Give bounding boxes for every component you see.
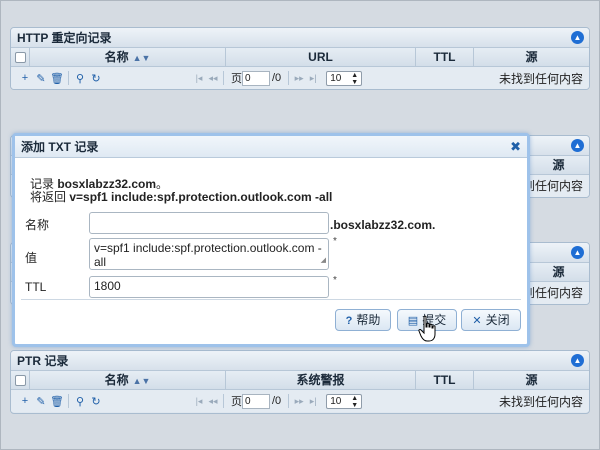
ttl-field[interactable]: 1800: [89, 276, 329, 298]
prev-page-icon[interactable]: ◂◂: [206, 396, 220, 407]
ptr-panel-title: PTR 记录 ▲: [11, 351, 589, 371]
page-label: 页: [231, 73, 242, 85]
close-x-icon: ✕: [472, 315, 482, 327]
column-name[interactable]: 名称 ▲▼: [30, 371, 226, 389]
add-icon[interactable]: +: [17, 72, 33, 84]
help-icon: ?: [345, 315, 353, 327]
prev-page-icon[interactable]: ◂◂: [206, 73, 220, 84]
collapse-up-icon[interactable]: ▲: [571, 31, 584, 44]
hand-cursor-icon: [418, 315, 436, 342]
page-total: /0: [272, 395, 282, 407]
ptr-panel: PTR 记录 ▲ 名称 ▲▼ 系统警报 TTL 源 + ✎ 🗑 ⚲ ↻ |◂ ◂◂…: [10, 350, 590, 414]
ttl-label: TTL: [25, 280, 47, 294]
select-all-checkbox[interactable]: [11, 371, 30, 389]
last-page-icon[interactable]: ▸|: [306, 73, 320, 84]
resize-grip-icon[interactable]: ◢: [321, 254, 326, 268]
http-column-header: 名称 ▲▼ URL TTL 源: [11, 48, 589, 67]
http-redirect-panel: HTTP 重定向记录 ▲ 名称 ▲▼ URL TTL 源 + ✎ 🗑 ⚲ ↻ |◂…: [10, 27, 590, 90]
column-source[interactable]: 源: [474, 48, 589, 66]
collapse-up-icon[interactable]: ▲: [571, 139, 584, 152]
page-input[interactable]: 0: [242, 70, 270, 86]
domain-suffix: .bosxlabzz32.com.: [330, 218, 436, 232]
value-field[interactable]: v=spf1 include:spf.protection.outlook.co…: [89, 238, 329, 270]
column-source[interactable]: 源: [527, 263, 589, 281]
column-name[interactable]: 名称 ▲▼: [30, 48, 226, 66]
empty-message: 未找到任何内容: [498, 71, 583, 86]
required-mark: *: [333, 275, 337, 286]
required-mark: *: [333, 236, 337, 247]
column-url[interactable]: URL: [226, 48, 416, 66]
refresh-icon[interactable]: ↻: [88, 72, 104, 85]
select-all-checkbox[interactable]: [11, 48, 30, 66]
name-label: 名称: [25, 218, 50, 232]
add-icon[interactable]: +: [17, 395, 33, 407]
close-icon[interactable]: ✖: [510, 136, 521, 158]
page-input[interactable]: 0: [242, 393, 270, 409]
search-icon[interactable]: ⚲: [72, 395, 88, 408]
empty-message: 未找到任何内容: [498, 394, 583, 409]
first-page-icon[interactable]: |◂: [192, 396, 206, 407]
dialog-divider: [21, 299, 521, 300]
column-system-alert[interactable]: 系统警报: [226, 371, 416, 389]
dialog-title: 添加 TXT 记录 ✖: [15, 136, 527, 158]
first-page-icon[interactable]: |◂: [192, 73, 206, 84]
page-size-select[interactable]: 10 ▲ ▼: [326, 70, 363, 86]
page-label: 页: [231, 396, 242, 408]
edit-icon[interactable]: ✎: [33, 72, 49, 85]
page-total: /0: [272, 72, 282, 84]
add-txt-record-dialog: 添加 TXT 记录 ✖ 记录 bosxlabzz32.com。 将返回 v=sp…: [12, 133, 530, 347]
sort-icon[interactable]: ▲▼: [133, 53, 151, 63]
help-button[interactable]: ? 帮助: [335, 309, 391, 331]
column-ttl[interactable]: TTL: [416, 371, 474, 389]
next-page-icon[interactable]: ▸▸: [292, 396, 306, 407]
column-source[interactable]: 源: [527, 156, 589, 174]
edit-icon[interactable]: ✎: [33, 395, 49, 408]
record-info: 记录 bosxlabzz32.com。 将返回 v=spf1 include:s…: [30, 177, 333, 204]
http-panel-title: HTTP 重定向记录 ▲: [11, 28, 589, 48]
ptr-pager: + ✎ 🗑 ⚲ ↻ |◂ ◂◂ 页 0 /0 ▸▸ ▸| 10 ▲ ▼ 未找到任何内…: [11, 390, 589, 412]
trash-icon[interactable]: 🗑: [49, 395, 65, 408]
trash-icon[interactable]: 🗑: [49, 72, 65, 85]
name-field[interactable]: [89, 212, 329, 234]
column-source[interactable]: 源: [474, 371, 589, 389]
sort-icon[interactable]: ▲▼: [133, 376, 151, 386]
collapse-up-icon[interactable]: ▲: [571, 354, 584, 367]
close-button[interactable]: ✕ 关闭: [461, 309, 521, 331]
ptr-column-header: 名称 ▲▼ 系统警报 TTL 源: [11, 371, 589, 390]
save-icon: ▤: [407, 315, 419, 327]
collapse-up-icon[interactable]: ▲: [571, 246, 584, 259]
refresh-icon[interactable]: ↻: [88, 395, 104, 408]
search-icon[interactable]: ⚲: [72, 72, 88, 85]
column-ttl[interactable]: TTL: [416, 48, 474, 66]
http-pager: + ✎ 🗑 ⚲ ↻ |◂ ◂◂ 页 0 /0 ▸▸ ▸| 10 ▲ ▼ 未找到任何内…: [11, 67, 589, 89]
last-page-icon[interactable]: ▸|: [306, 396, 320, 407]
value-label: 值: [25, 251, 38, 265]
page-size-select[interactable]: 10 ▲ ▼: [326, 393, 363, 409]
next-page-icon[interactable]: ▸▸: [292, 73, 306, 84]
